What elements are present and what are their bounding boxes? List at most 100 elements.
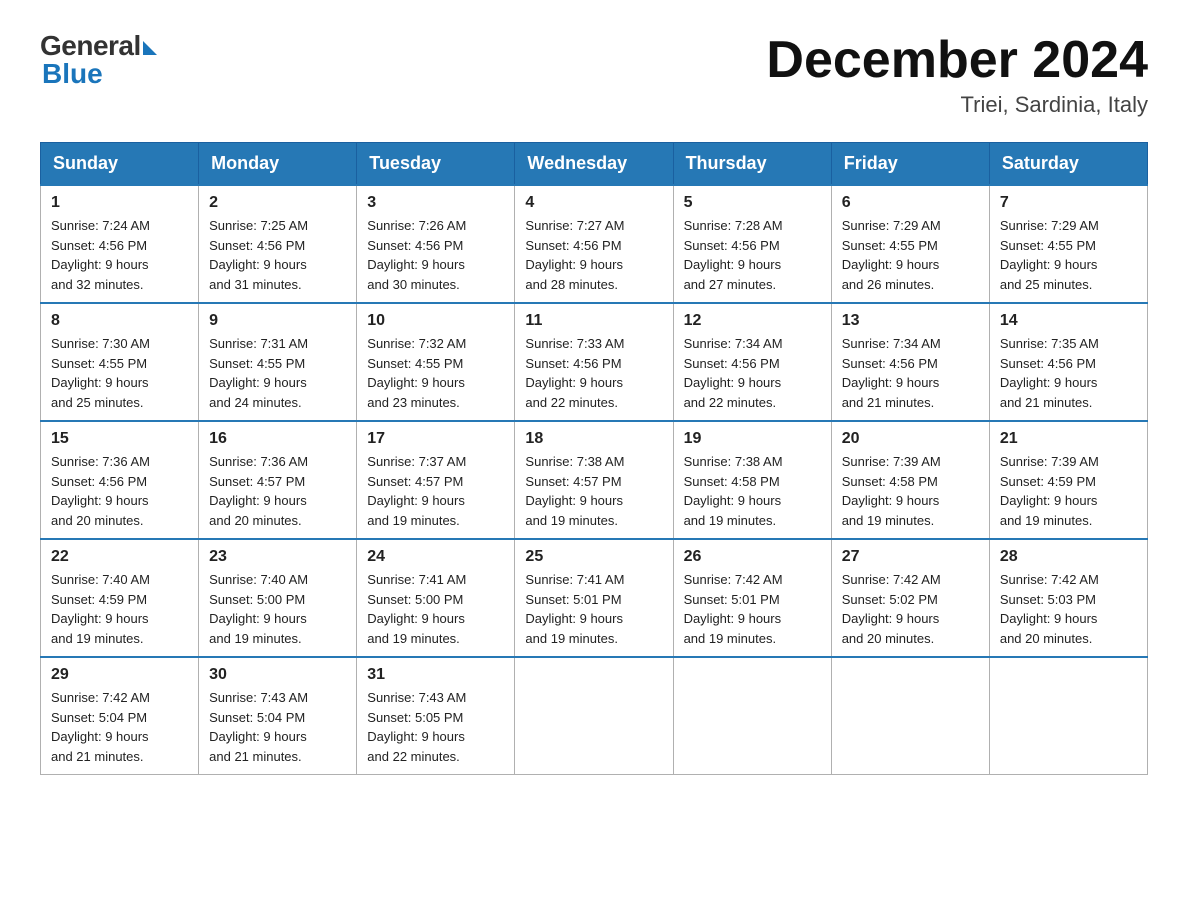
calendar-cell: 15 Sunrise: 7:36 AM Sunset: 4:56 PM Dayl… (41, 421, 199, 539)
title-area: December 2024 Triei, Sardinia, Italy (766, 30, 1148, 118)
day-info: Sunrise: 7:36 AM Sunset: 4:57 PM Dayligh… (209, 452, 346, 530)
calendar-cell: 24 Sunrise: 7:41 AM Sunset: 5:00 PM Dayl… (357, 539, 515, 657)
calendar-cell: 27 Sunrise: 7:42 AM Sunset: 5:02 PM Dayl… (831, 539, 989, 657)
calendar-cell: 20 Sunrise: 7:39 AM Sunset: 4:58 PM Dayl… (831, 421, 989, 539)
day-number: 20 (842, 430, 979, 448)
day-number: 28 (1000, 548, 1137, 566)
calendar-cell: 8 Sunrise: 7:30 AM Sunset: 4:55 PM Dayli… (41, 303, 199, 421)
logo: General Blue (40, 30, 157, 90)
day-number: 17 (367, 430, 504, 448)
calendar-cell: 6 Sunrise: 7:29 AM Sunset: 4:55 PM Dayli… (831, 185, 989, 303)
day-info: Sunrise: 7:40 AM Sunset: 4:59 PM Dayligh… (51, 570, 188, 648)
calendar-week-row: 29 Sunrise: 7:42 AM Sunset: 5:04 PM Dayl… (41, 657, 1148, 775)
calendar-week-row: 22 Sunrise: 7:40 AM Sunset: 4:59 PM Dayl… (41, 539, 1148, 657)
calendar-cell: 26 Sunrise: 7:42 AM Sunset: 5:01 PM Dayl… (673, 539, 831, 657)
day-info: Sunrise: 7:31 AM Sunset: 4:55 PM Dayligh… (209, 334, 346, 412)
day-number: 8 (51, 312, 188, 330)
calendar-week-row: 8 Sunrise: 7:30 AM Sunset: 4:55 PM Dayli… (41, 303, 1148, 421)
month-title: December 2024 (766, 30, 1148, 90)
calendar-cell: 16 Sunrise: 7:36 AM Sunset: 4:57 PM Dayl… (199, 421, 357, 539)
day-number: 9 (209, 312, 346, 330)
day-number: 23 (209, 548, 346, 566)
day-info: Sunrise: 7:43 AM Sunset: 5:05 PM Dayligh… (367, 688, 504, 766)
day-info: Sunrise: 7:29 AM Sunset: 4:55 PM Dayligh… (1000, 216, 1137, 294)
day-info: Sunrise: 7:39 AM Sunset: 4:58 PM Dayligh… (842, 452, 979, 530)
calendar-cell: 4 Sunrise: 7:27 AM Sunset: 4:56 PM Dayli… (515, 185, 673, 303)
calendar-header-wednesday: Wednesday (515, 143, 673, 186)
day-number: 2 (209, 194, 346, 212)
calendar-header-friday: Friday (831, 143, 989, 186)
day-info: Sunrise: 7:25 AM Sunset: 4:56 PM Dayligh… (209, 216, 346, 294)
calendar-cell: 12 Sunrise: 7:34 AM Sunset: 4:56 PM Dayl… (673, 303, 831, 421)
day-number: 18 (525, 430, 662, 448)
day-info: Sunrise: 7:32 AM Sunset: 4:55 PM Dayligh… (367, 334, 504, 412)
calendar-header-saturday: Saturday (989, 143, 1147, 186)
day-info: Sunrise: 7:35 AM Sunset: 4:56 PM Dayligh… (1000, 334, 1137, 412)
day-info: Sunrise: 7:41 AM Sunset: 5:00 PM Dayligh… (367, 570, 504, 648)
day-info: Sunrise: 7:38 AM Sunset: 4:58 PM Dayligh… (684, 452, 821, 530)
calendar-header-thursday: Thursday (673, 143, 831, 186)
calendar-header-sunday: Sunday (41, 143, 199, 186)
day-info: Sunrise: 7:42 AM Sunset: 5:02 PM Dayligh… (842, 570, 979, 648)
calendar-header-monday: Monday (199, 143, 357, 186)
calendar-cell: 21 Sunrise: 7:39 AM Sunset: 4:59 PM Dayl… (989, 421, 1147, 539)
day-number: 16 (209, 430, 346, 448)
day-number: 6 (842, 194, 979, 212)
day-number: 14 (1000, 312, 1137, 330)
logo-blue-text: Blue (42, 58, 103, 90)
day-number: 10 (367, 312, 504, 330)
calendar-cell: 9 Sunrise: 7:31 AM Sunset: 4:55 PM Dayli… (199, 303, 357, 421)
day-info: Sunrise: 7:34 AM Sunset: 4:56 PM Dayligh… (842, 334, 979, 412)
calendar-header-row: SundayMondayTuesdayWednesdayThursdayFrid… (41, 143, 1148, 186)
calendar-cell: 3 Sunrise: 7:26 AM Sunset: 4:56 PM Dayli… (357, 185, 515, 303)
day-info: Sunrise: 7:24 AM Sunset: 4:56 PM Dayligh… (51, 216, 188, 294)
day-number: 25 (525, 548, 662, 566)
calendar-cell: 22 Sunrise: 7:40 AM Sunset: 4:59 PM Dayl… (41, 539, 199, 657)
day-info: Sunrise: 7:33 AM Sunset: 4:56 PM Dayligh… (525, 334, 662, 412)
calendar-cell: 19 Sunrise: 7:38 AM Sunset: 4:58 PM Dayl… (673, 421, 831, 539)
calendar-cell: 5 Sunrise: 7:28 AM Sunset: 4:56 PM Dayli… (673, 185, 831, 303)
day-number: 22 (51, 548, 188, 566)
day-info: Sunrise: 7:37 AM Sunset: 4:57 PM Dayligh… (367, 452, 504, 530)
calendar-cell: 17 Sunrise: 7:37 AM Sunset: 4:57 PM Dayl… (357, 421, 515, 539)
day-info: Sunrise: 7:39 AM Sunset: 4:59 PM Dayligh… (1000, 452, 1137, 530)
day-number: 31 (367, 666, 504, 684)
calendar-cell: 10 Sunrise: 7:32 AM Sunset: 4:55 PM Dayl… (357, 303, 515, 421)
day-number: 26 (684, 548, 821, 566)
calendar-cell (989, 657, 1147, 775)
calendar-header-tuesday: Tuesday (357, 143, 515, 186)
day-number: 15 (51, 430, 188, 448)
calendar-week-row: 15 Sunrise: 7:36 AM Sunset: 4:56 PM Dayl… (41, 421, 1148, 539)
calendar-cell: 11 Sunrise: 7:33 AM Sunset: 4:56 PM Dayl… (515, 303, 673, 421)
calendar-cell: 23 Sunrise: 7:40 AM Sunset: 5:00 PM Dayl… (199, 539, 357, 657)
day-info: Sunrise: 7:36 AM Sunset: 4:56 PM Dayligh… (51, 452, 188, 530)
day-info: Sunrise: 7:40 AM Sunset: 5:00 PM Dayligh… (209, 570, 346, 648)
day-number: 13 (842, 312, 979, 330)
day-number: 5 (684, 194, 821, 212)
day-number: 3 (367, 194, 504, 212)
calendar-cell: 25 Sunrise: 7:41 AM Sunset: 5:01 PM Dayl… (515, 539, 673, 657)
day-number: 12 (684, 312, 821, 330)
day-info: Sunrise: 7:28 AM Sunset: 4:56 PM Dayligh… (684, 216, 821, 294)
calendar-cell: 31 Sunrise: 7:43 AM Sunset: 5:05 PM Dayl… (357, 657, 515, 775)
day-number: 24 (367, 548, 504, 566)
calendar-cell: 30 Sunrise: 7:43 AM Sunset: 5:04 PM Dayl… (199, 657, 357, 775)
location: Triei, Sardinia, Italy (766, 92, 1148, 118)
day-info: Sunrise: 7:34 AM Sunset: 4:56 PM Dayligh… (684, 334, 821, 412)
header: General Blue December 2024 Triei, Sardin… (40, 30, 1148, 118)
day-info: Sunrise: 7:29 AM Sunset: 4:55 PM Dayligh… (842, 216, 979, 294)
day-info: Sunrise: 7:26 AM Sunset: 4:56 PM Dayligh… (367, 216, 504, 294)
day-info: Sunrise: 7:42 AM Sunset: 5:01 PM Dayligh… (684, 570, 821, 648)
day-number: 4 (525, 194, 662, 212)
calendar-cell: 18 Sunrise: 7:38 AM Sunset: 4:57 PM Dayl… (515, 421, 673, 539)
day-number: 19 (684, 430, 821, 448)
calendar-week-row: 1 Sunrise: 7:24 AM Sunset: 4:56 PM Dayli… (41, 185, 1148, 303)
calendar-cell: 2 Sunrise: 7:25 AM Sunset: 4:56 PM Dayli… (199, 185, 357, 303)
logo-triangle-icon (143, 41, 157, 55)
day-number: 7 (1000, 194, 1137, 212)
calendar-table: SundayMondayTuesdayWednesdayThursdayFrid… (40, 142, 1148, 775)
calendar-cell (673, 657, 831, 775)
day-number: 11 (525, 312, 662, 330)
day-info: Sunrise: 7:38 AM Sunset: 4:57 PM Dayligh… (525, 452, 662, 530)
calendar-cell: 14 Sunrise: 7:35 AM Sunset: 4:56 PM Dayl… (989, 303, 1147, 421)
